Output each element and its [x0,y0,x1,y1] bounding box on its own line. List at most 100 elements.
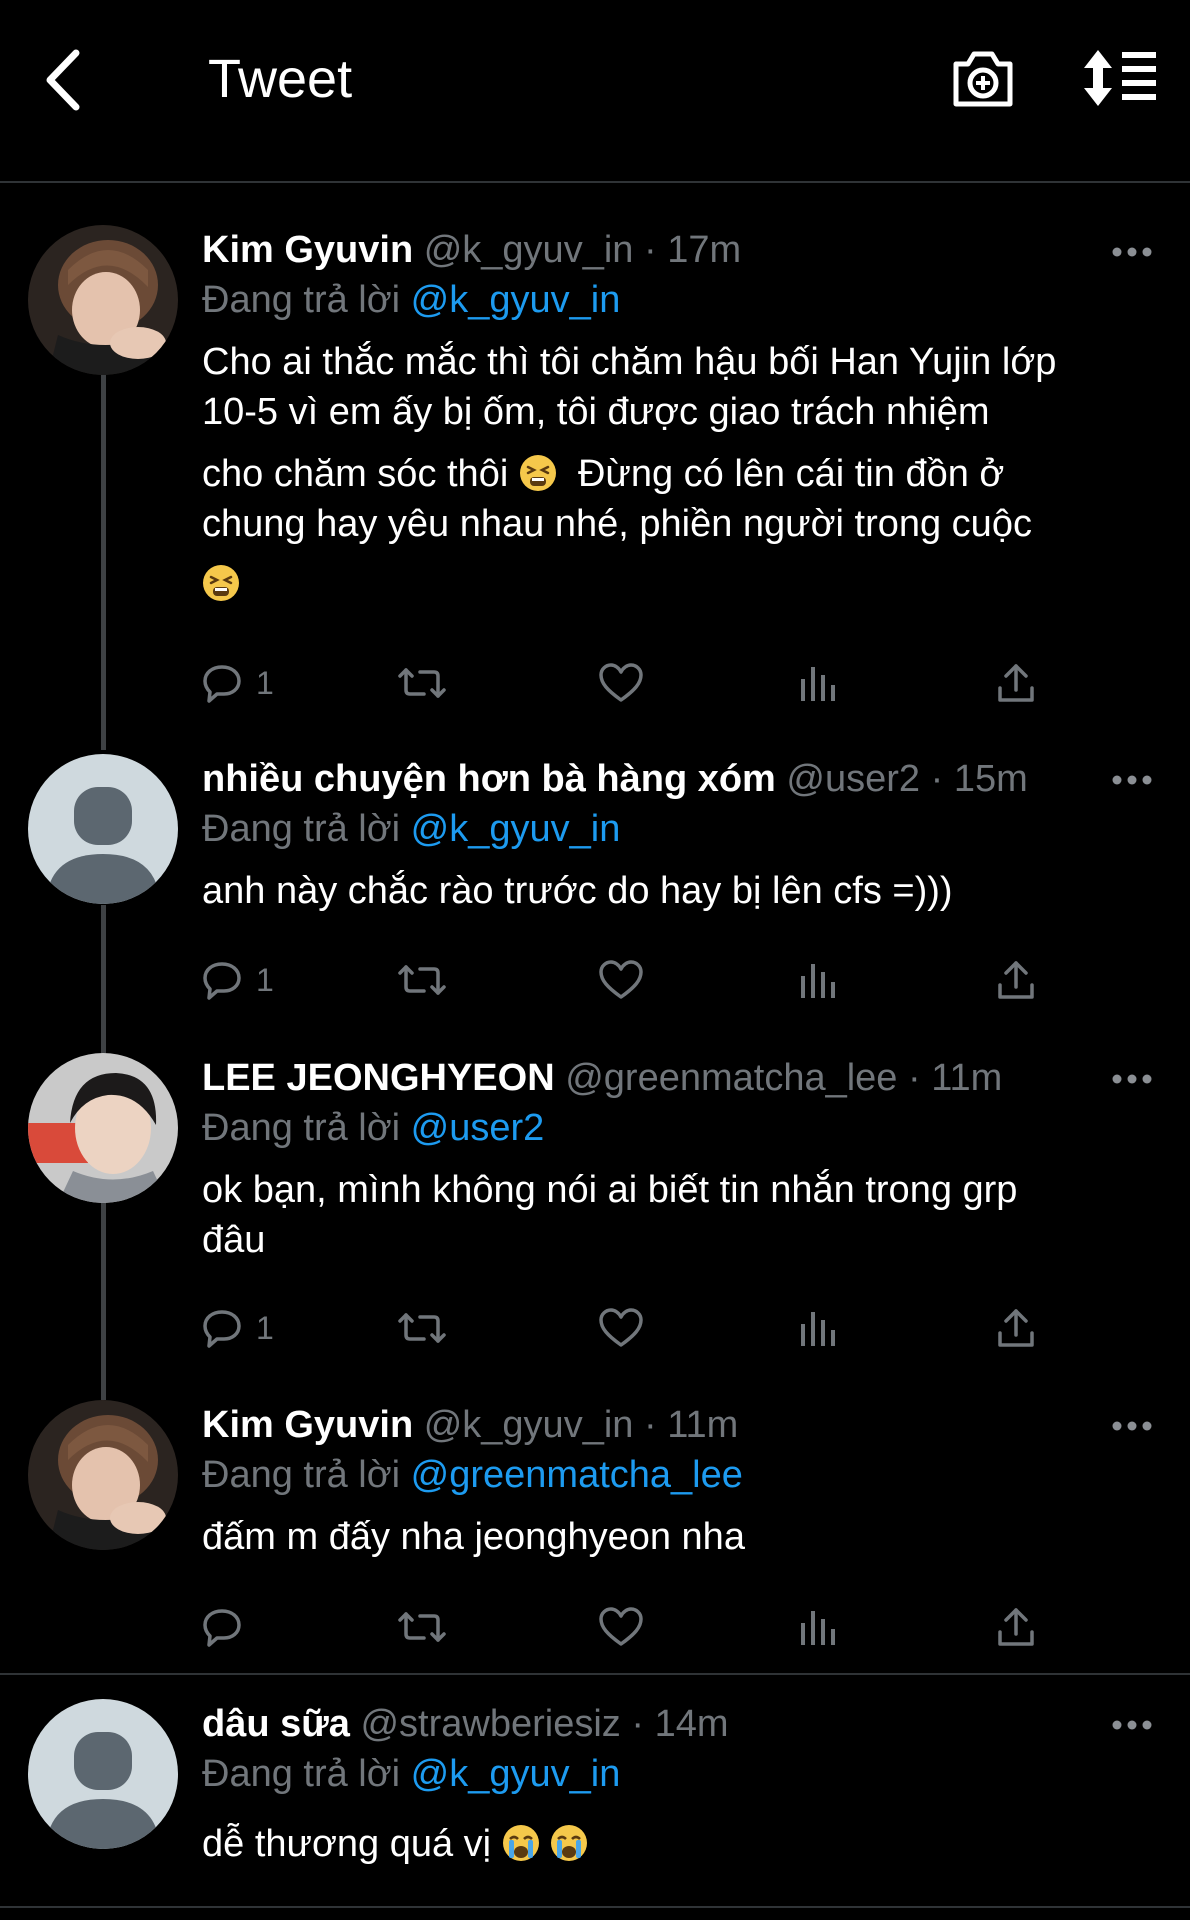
more-icon[interactable] [1112,246,1152,258]
page-title: Tweet [208,49,353,109]
handle[interactable]: @k_gyuv_in [424,1404,634,1446]
like-icon [599,1308,643,1347]
more-icon[interactable] [1112,1073,1152,1085]
tweet-meta: LEE JEONGHYEON @greenmatcha_lee · 11m [202,1057,1003,1099]
analytics-button[interactable] [799,1602,839,1652]
tweet-text-line: đâu [202,1219,266,1261]
tweet-text: dễ thương quá vị [202,1819,1150,1869]
reply-icon [203,962,241,1000]
reply-context: Đang trả lời @k_gyuv_in [202,1749,1150,1799]
avatar-photo [28,1053,178,1203]
share-icon [998,1608,1034,1646]
divider [0,1906,1190,1908]
tweet-meta: Kim Gyuvin @k_gyuv_in · 17m [202,229,742,271]
tweet-text: anh này chắc rào trước do hay bị lên cfs… [202,870,953,912]
tweet-actions: 1 [202,1303,1062,1353]
reply-context: Đang trả lời @k_gyuv_in [202,275,1150,325]
analytics-icon [801,1312,835,1346]
retweet-button[interactable] [397,1602,447,1652]
reply-button[interactable] [202,1602,256,1652]
reply-icon [203,665,241,703]
handle[interactable]: @greenmatcha_lee [565,1057,897,1099]
top-bar: Tweet [0,0,1190,183]
more-icon[interactable] [1112,1719,1152,1731]
sort-icon[interactable] [1082,48,1158,108]
crying-face-emoji-icon [550,1824,589,1862]
timestamp: 17m [667,229,742,271]
tweet-actions: 1 [202,955,1062,1005]
crying-face-emoji-icon [501,1824,540,1862]
like-button[interactable] [599,1303,643,1353]
tweet-text-line: ok bạn, mình không nói ai biết tin nhắn … [202,1169,1018,1211]
share-icon [998,1309,1034,1347]
display-name[interactable]: dâu sữa [202,1703,350,1745]
share-button[interactable] [996,1602,1036,1652]
avatar[interactable] [28,225,178,375]
avatar[interactable] [28,1699,178,1849]
reply-mention[interactable]: @k_gyuv_in [411,808,621,850]
reply-button[interactable]: 1 [202,658,274,708]
analytics-button[interactable] [799,658,839,708]
handle[interactable]: @k_gyuv_in [424,229,634,271]
more-icon[interactable] [1112,1420,1152,1432]
retweet-icon [398,668,446,698]
analytics-button[interactable] [799,955,839,1005]
retweet-button[interactable] [397,1303,447,1353]
avatar[interactable] [28,1400,178,1550]
display-name[interactable]: Kim Gyuvin [202,1404,413,1446]
display-name[interactable]: nhiều chuyện hơn bà hàng xóm [202,758,776,800]
avatar[interactable] [28,754,178,904]
retweet-icon [398,1612,446,1642]
retweet-icon [398,965,446,995]
reply-mention[interactable]: @greenmatcha_lee [411,1454,743,1496]
thread-line [101,905,106,1055]
analytics-icon [801,1611,835,1645]
more-icon[interactable] [1112,774,1152,786]
tweet-actions [202,1602,1062,1652]
analytics-button[interactable] [799,1303,839,1353]
share-icon [998,961,1034,999]
share-button[interactable] [996,955,1036,1005]
tweet-meta: nhiều chuyện hơn bà hàng xóm @user2 · 15… [202,758,1028,800]
timestamp: 11m [931,1057,1003,1099]
reply-mention[interactable]: @k_gyuv_in [411,279,621,321]
handle[interactable]: @user2 [786,758,920,800]
like-button[interactable] [599,1602,643,1652]
timestamp: 15m [953,758,1028,800]
handle[interactable]: @strawberiesiz [360,1703,620,1745]
tweet-text-line: chung hay yêu nhau nhé, phiền người tron… [202,503,1032,545]
reply-count: 1 [256,1309,274,1346]
share-button[interactable] [996,658,1036,708]
reply-mention[interactable]: @k_gyuv_in [411,1753,621,1795]
tweet-text: đấm m đấy nha jeonghyeon nha [202,1516,745,1558]
tweet-meta: dâu sữa @strawberiesiz · 14m [202,1703,729,1745]
tweet-text-line: dễ thương quá vị [202,1823,492,1865]
reply-prefix: Đang trả lời [202,808,401,850]
like-icon [599,960,643,999]
camera-add-icon[interactable] [950,48,1016,110]
share-button[interactable] [996,1303,1036,1353]
like-button[interactable] [599,658,643,708]
tweet-actions: 1 [202,658,1062,708]
tweet-text: Cho ai thắc mắc thì tôi chăm hậu bối Han… [202,337,1150,609]
tweet-text-line: cho chăm sóc thôi [202,453,509,495]
tweet-text-line: Đừng có lên cái tin đồn ở [577,453,1005,495]
analytics-icon [801,667,835,701]
reply-button[interactable]: 1 [202,1303,274,1353]
back-arrow-icon[interactable] [40,45,90,115]
reply-mention[interactable]: @user2 [411,1107,545,1149]
retweet-button[interactable] [397,658,447,708]
display-name[interactable]: Kim Gyuvin [202,229,413,271]
default-avatar-icon [28,754,178,904]
tired-face-emoji-icon [518,454,557,492]
avatar[interactable] [28,1053,178,1203]
reply-icon [203,1609,241,1647]
tweet-meta: Kim Gyuvin @k_gyuv_in · 11m [202,1404,739,1446]
reply-button[interactable]: 1 [202,955,274,1005]
retweet-button[interactable] [397,955,447,1005]
display-name[interactable]: LEE JEONGHYEON [202,1057,555,1099]
reply-context: Đang trả lời @greenmatcha_lee [202,1450,1150,1500]
like-button[interactable] [599,955,643,1005]
reply-prefix: Đang trả lời [202,279,401,321]
timestamp: 11m [667,1404,739,1446]
